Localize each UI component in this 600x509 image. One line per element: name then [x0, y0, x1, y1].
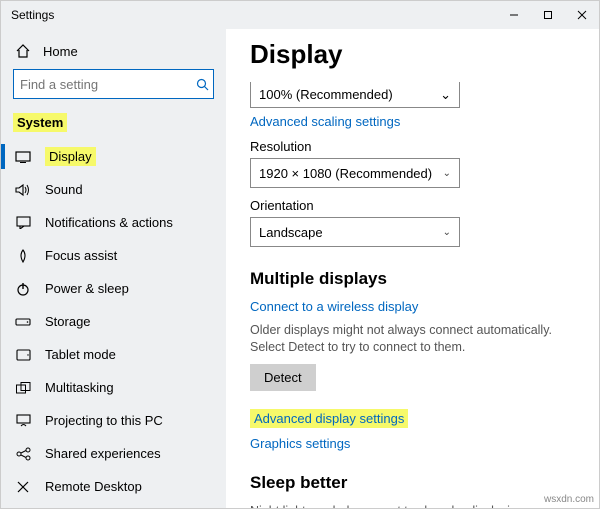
window-title: Settings — [11, 8, 54, 22]
sidebar-item-label: Shared experiences — [45, 446, 161, 461]
home-icon — [15, 43, 31, 59]
watermark: wsxdn.com — [544, 494, 594, 505]
sidebar-item-label: Projecting to this PC — [45, 413, 163, 428]
multiple-displays-desc: Older displays might not always connect … — [250, 322, 575, 356]
sidebar-item-multitasking[interactable]: Multitasking — [13, 371, 214, 404]
tablet-icon — [15, 349, 31, 361]
display-icon — [15, 151, 31, 163]
sidebar-item-storage[interactable]: Storage — [13, 305, 214, 338]
sidebar-item-label: Notifications & actions — [45, 215, 173, 230]
sidebar-item-label: Multitasking — [45, 380, 114, 395]
sound-icon — [15, 183, 31, 197]
minimize-button[interactable] — [497, 1, 531, 29]
chevron-down-icon: ⌄ — [440, 87, 451, 103]
search-icon — [196, 78, 209, 91]
sidebar-item-label: Display — [45, 147, 96, 166]
home-label: Home — [43, 44, 78, 59]
sidebar-item-focus-assist[interactable]: Focus assist — [13, 239, 214, 272]
advanced-scaling-link[interactable]: Advanced scaling settings — [250, 114, 400, 129]
resolution-value: 1920 × 1080 (Recommended) — [259, 166, 432, 181]
storage-icon — [15, 317, 31, 327]
sidebar: Home System Display Sound Notifications … — [1, 29, 226, 508]
sidebar-item-projecting[interactable]: Projecting to this PC — [13, 404, 214, 437]
window-controls — [497, 1, 599, 29]
graphics-settings-link[interactable]: Graphics settings — [250, 436, 350, 451]
sidebar-item-label: Tablet mode — [45, 347, 116, 362]
sidebar-item-power-sleep[interactable]: Power & sleep — [13, 272, 214, 305]
maximize-button[interactable] — [531, 1, 565, 29]
home-button[interactable]: Home — [13, 37, 214, 69]
scale-select[interactable]: 100% (Recommended) ⌄ — [250, 82, 460, 108]
sleep-better-heading: Sleep better — [250, 473, 575, 493]
sidebar-item-remote-desktop[interactable]: Remote Desktop — [13, 470, 214, 503]
sidebar-item-notifications[interactable]: Notifications & actions — [13, 206, 214, 239]
sidebar-item-label: Focus assist — [45, 248, 117, 263]
multiple-displays-heading: Multiple displays — [250, 269, 575, 289]
titlebar: Settings — [1, 1, 599, 29]
content-pane: Display 100% (Recommended) ⌄ Advanced sc… — [226, 29, 599, 508]
sidebar-item-sound[interactable]: Sound — [13, 173, 214, 206]
power-icon — [15, 282, 31, 296]
chevron-down-icon: ⌄ — [443, 168, 451, 179]
multitasking-icon — [15, 382, 31, 394]
page-title: Display — [250, 39, 575, 70]
remote-desktop-icon — [15, 480, 31, 494]
sidebar-item-label: Sound — [45, 182, 83, 197]
category-label: System — [13, 113, 67, 132]
resolution-label: Resolution — [250, 139, 575, 154]
orientation-select[interactable]: Landscape ⌄ — [250, 217, 460, 247]
orientation-value: Landscape — [259, 225, 323, 240]
search-box[interactable] — [13, 69, 214, 99]
resolution-select[interactable]: 1920 × 1080 (Recommended) ⌄ — [250, 158, 460, 188]
sidebar-item-tablet-mode[interactable]: Tablet mode — [13, 338, 214, 371]
search-input[interactable] — [20, 77, 196, 92]
close-button[interactable] — [565, 1, 599, 29]
advanced-display-settings-link[interactable]: Advanced display settings — [250, 409, 408, 428]
sidebar-item-label: Power & sleep — [45, 281, 129, 296]
sidebar-item-shared-experiences[interactable]: Shared experiences — [13, 437, 214, 470]
sleep-better-desc: Night light can help you get to sleep by… — [250, 503, 575, 508]
scale-value: 100% (Recommended) — [259, 87, 393, 102]
sidebar-item-display[interactable]: Display — [13, 140, 214, 173]
sidebar-item-label: Remote Desktop — [45, 479, 142, 494]
sidebar-item-label: Storage — [45, 314, 91, 329]
orientation-label: Orientation — [250, 198, 575, 213]
settings-window: Settings Home — [0, 0, 600, 509]
chevron-down-icon: ⌄ — [443, 227, 451, 238]
focus-assist-icon — [15, 249, 31, 263]
wireless-display-link[interactable]: Connect to a wireless display — [250, 299, 418, 314]
notifications-icon — [15, 216, 31, 229]
projecting-icon — [15, 414, 31, 427]
shared-icon — [15, 447, 31, 461]
detect-button[interactable]: Detect — [250, 364, 316, 391]
